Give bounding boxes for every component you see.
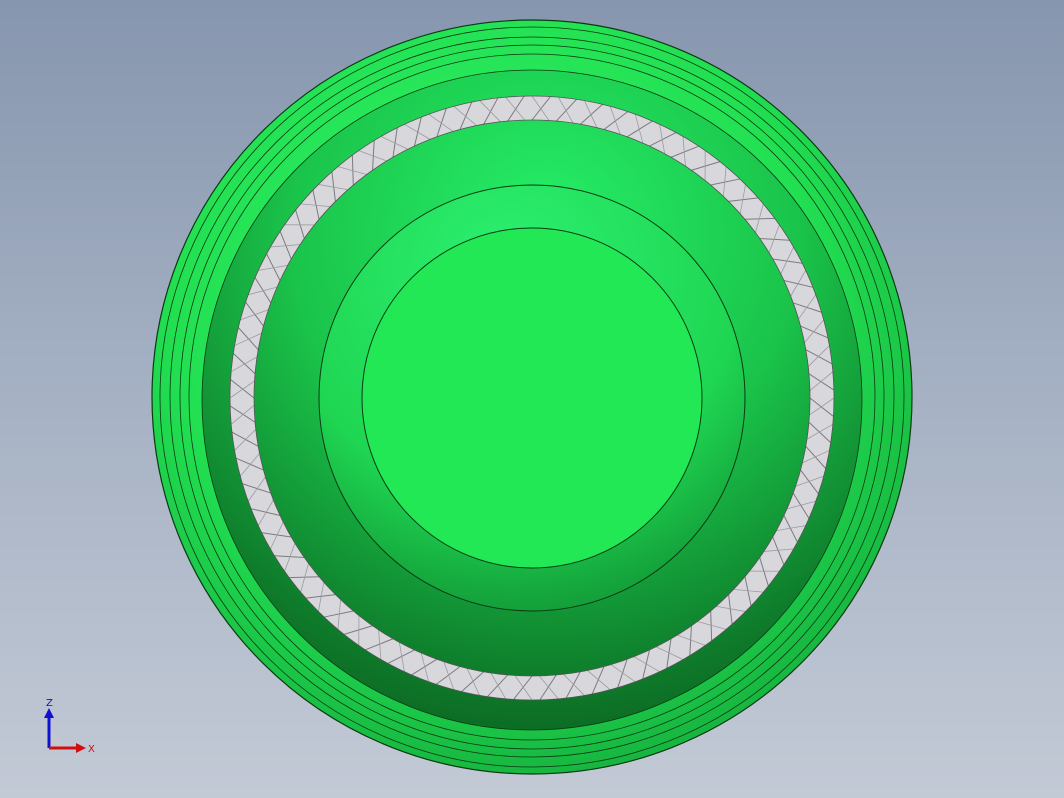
z-axis-arrow: [44, 708, 54, 718]
triad-plane: [48, 728, 68, 748]
coordinate-triad: Z X: [44, 698, 95, 755]
part-model[interactable]: [0, 0, 1064, 798]
inner-boss[interactable]: [318, 184, 746, 612]
x-axis-arrow: [76, 743, 86, 753]
x-axis-label: X: [88, 744, 95, 755]
graphics-viewport[interactable]: Z X: [0, 0, 1064, 798]
z-axis-label: Z: [46, 698, 53, 709]
